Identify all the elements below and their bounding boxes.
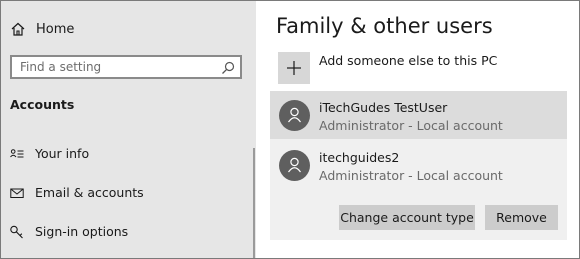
search-box[interactable] <box>10 55 242 79</box>
home-icon <box>10 21 26 37</box>
change-account-type-button[interactable]: Change account type <box>339 205 475 230</box>
home-nav-item[interactable]: Home <box>10 20 74 38</box>
sidebar-item-your-info[interactable]: Your info <box>10 144 89 162</box>
sidebar-item-label: Your info <box>35 145 90 161</box>
main-content: Family & other users Add someone else to… <box>256 1 579 258</box>
user-row-selected[interactable]: iTechGudes TestUser Administrator - Loca… <box>270 91 567 139</box>
search-input[interactable] <box>12 57 226 77</box>
add-user-label[interactable]: Add someone else to this PC <box>319 53 497 68</box>
add-user-button[interactable] <box>278 52 310 84</box>
key-icon <box>10 224 24 239</box>
mail-icon <box>10 185 24 199</box>
user-role: Administrator - Local account <box>319 118 503 133</box>
user-icon <box>288 107 301 123</box>
sidebar: Home Accounts Your <box>1 1 256 258</box>
avatar <box>279 100 310 131</box>
settings-window: Home Accounts Your <box>0 0 580 259</box>
sidebar-item-label: Email & accounts <box>35 184 144 200</box>
user-row[interactable]: itechguides2 Administrator - Local accou… <box>270 141 567 189</box>
sidebar-item-sign-in-options[interactable]: Sign-in options <box>10 222 128 240</box>
user-list: iTechGudes TestUser Administrator - Loca… <box>270 91 567 240</box>
user-name: itechguides2 <box>319 150 400 165</box>
home-label: Home <box>36 21 75 37</box>
user-role: Administrator - Local account <box>319 168 503 183</box>
sidebar-scrollbar[interactable] <box>253 148 255 258</box>
page-title: Family & other users <box>276 14 493 38</box>
remove-button[interactable]: Remove <box>485 205 558 230</box>
section-title-accounts: Accounts <box>10 97 75 112</box>
user-icon <box>288 157 301 173</box>
user-name: iTechGudes TestUser <box>319 100 448 115</box>
avatar <box>279 150 310 181</box>
sidebar-item-email-accounts[interactable]: Email & accounts <box>10 183 144 201</box>
add-user-row[interactable]: Add someone else to this PC <box>278 52 497 84</box>
person-card-icon <box>10 146 24 160</box>
search-icon[interactable] <box>221 60 235 74</box>
plus-icon <box>287 61 301 75</box>
sidebar-item-label: Sign-in options <box>35 223 129 239</box>
